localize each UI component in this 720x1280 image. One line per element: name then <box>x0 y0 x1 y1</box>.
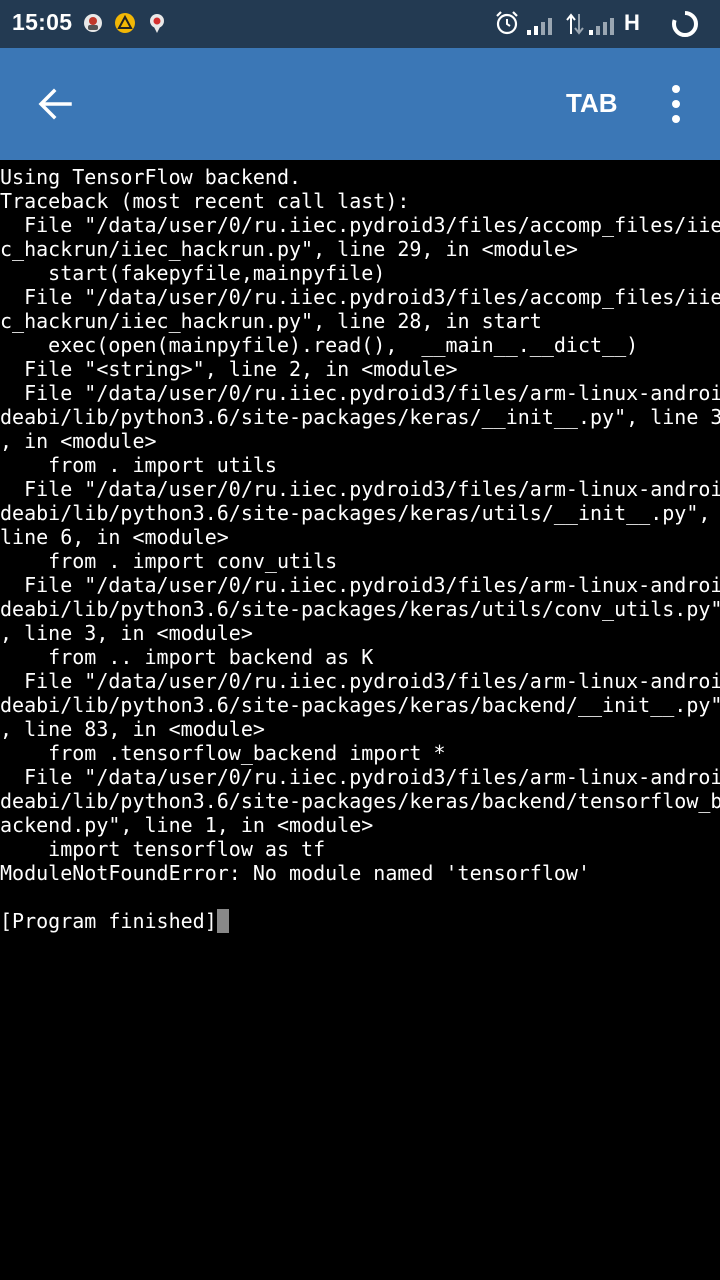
terminal-line: deabi/lib/python3.6/site-packages/keras/… <box>0 405 720 429</box>
terminal-line: File "/data/user/0/ru.iiec.pydroid3/file… <box>0 669 720 693</box>
more-options-button[interactable] <box>660 82 692 126</box>
warning-notification-icon <box>114 12 136 34</box>
terminal-line: from . import utils <box>0 453 277 477</box>
terminal-line: File "/data/user/0/ru.iiec.pydroid3/file… <box>0 213 720 237</box>
terminal-last-line: [Program finished] <box>0 909 720 933</box>
signal-icon <box>526 14 558 40</box>
terminal-line: File "/data/user/0/ru.iiec.pydroid3/file… <box>0 573 720 597</box>
data-arrows-icon <box>564 12 586 40</box>
app-notification-icon <box>146 12 168 34</box>
terminal-line: File "<string>", line 2, in <module> <box>0 357 458 381</box>
arrow-left-icon <box>38 88 72 120</box>
terminal-line: import tensorflow as tf <box>0 837 326 861</box>
terminal-line: ModuleNotFoundError: No module named 'te… <box>0 861 591 885</box>
terminal-line: deabi/lib/python3.6/site-packages/keras/… <box>0 501 711 525</box>
terminal-line: File "/data/user/0/ru.iiec.pydroid3/file… <box>0 477 720 501</box>
signal-icon <box>588 14 620 40</box>
terminal-output[interactable]: Using TensorFlow backend. Traceback (mos… <box>0 165 720 1280</box>
terminal-line: line 6, in <module> <box>0 525 229 549</box>
terminal-line: start(fakepyfile,mainpyfile) <box>0 261 386 285</box>
terminal-line: , in <module> <box>0 429 157 453</box>
app-bar: TAB <box>0 48 720 160</box>
status-time: 15:05 <box>12 9 73 35</box>
terminal-line: File "/data/user/0/ru.iiec.pydroid3/file… <box>0 381 720 405</box>
alarm-icon <box>494 10 520 40</box>
terminal-line: , line 3, in <module> <box>0 621 253 645</box>
network-type: H <box>624 10 640 35</box>
status-bar: 15:05 H <box>0 0 720 48</box>
more-vert-icon <box>672 85 680 123</box>
terminal-line: deabi/lib/python3.6/site-packages/keras/… <box>0 693 720 717</box>
terminal-line: from . import conv_utils <box>0 549 338 573</box>
back-button[interactable] <box>30 80 82 128</box>
terminal-line: c_hackrun/iiec_hackrun.py", line 28, in … <box>0 309 542 333</box>
tab-button[interactable]: TAB <box>566 88 618 119</box>
terminal-line: Traceback (most recent call last): <box>0 189 410 213</box>
terminal-line: File "/data/user/0/ru.iiec.pydroid3/file… <box>0 765 720 789</box>
terminal-line: from .tensorflow_backend import * <box>0 741 446 765</box>
terminal-line: from .. import backend as K <box>0 645 374 669</box>
loading-icon <box>670 9 700 43</box>
terminal-line <box>0 885 720 909</box>
app-notification-icon <box>82 12 104 34</box>
terminal-line: exec(open(mainpyfile).read(), __main__._… <box>0 333 639 357</box>
terminal-line: File "/data/user/0/ru.iiec.pydroid3/file… <box>0 285 720 309</box>
terminal-line: [Program finished] <box>0 909 217 933</box>
status-icons: H <box>480 0 720 48</box>
terminal-line: c_hackrun/iiec_hackrun.py", line 29, in … <box>0 237 578 261</box>
terminal-line: deabi/lib/python3.6/site-packages/keras/… <box>0 789 720 813</box>
text-cursor <box>216 909 229 933</box>
terminal-line: ackend.py", line 1, in <module> <box>0 813 374 837</box>
terminal-line: Using TensorFlow backend. <box>0 165 302 189</box>
terminal-line: deabi/lib/python3.6/site-packages/keras/… <box>0 597 720 621</box>
terminal-line: , line 83, in <module> <box>0 717 265 741</box>
